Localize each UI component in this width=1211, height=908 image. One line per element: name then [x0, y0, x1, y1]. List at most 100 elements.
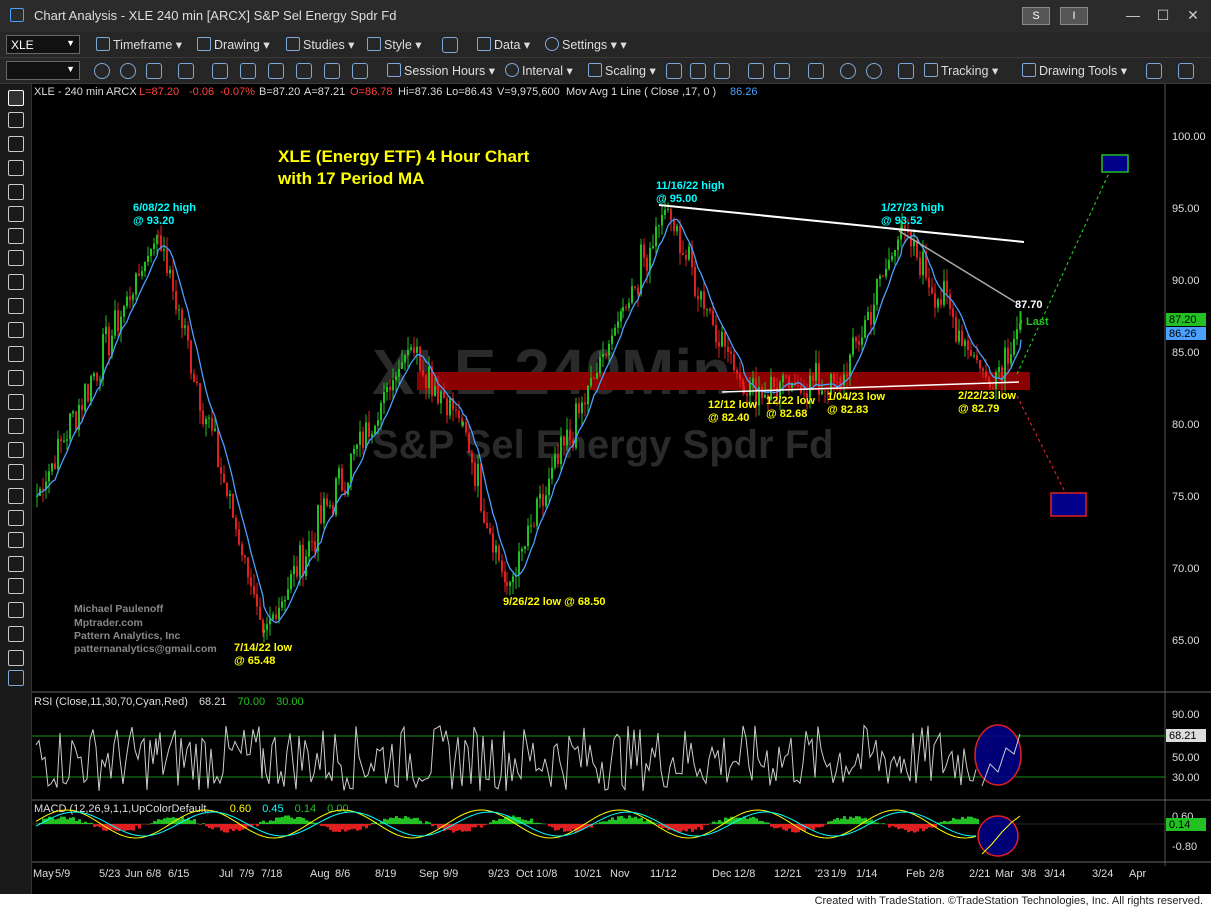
arrow-down-tool-icon[interactable]	[8, 488, 24, 504]
candle-body	[634, 286, 636, 288]
crosshair-icon[interactable]	[352, 63, 368, 79]
macd-bar	[836, 817, 839, 824]
crosshair-tool-icon[interactable]	[8, 112, 24, 128]
sync-icon[interactable]	[120, 63, 136, 79]
title-bar: Chart Analysis - XLE 240 min [ARCX] S&P …	[0, 0, 1211, 32]
image-icon[interactable]	[268, 63, 284, 79]
channel-tool-icon[interactable]	[8, 228, 24, 244]
maximize-icon[interactable]: ☐	[1150, 4, 1176, 26]
refresh-icon[interactable]	[94, 63, 110, 79]
text-tool-icon[interactable]	[8, 578, 24, 594]
vertical-line-tool-icon[interactable]	[8, 206, 24, 222]
zoom-window-icon[interactable]	[178, 63, 194, 79]
drawing-tools-button[interactable]: Drawing Tools ▾	[1022, 63, 1127, 78]
settings-button[interactable]: Settings ▾ ▾	[545, 37, 627, 52]
candle-body	[193, 373, 195, 382]
macd-bar	[776, 824, 779, 829]
erase-tool-icon[interactable]	[8, 650, 24, 666]
scaling-button[interactable]: Scaling ▾	[588, 63, 656, 78]
cursor-icon[interactable]	[324, 63, 340, 79]
candle-body	[440, 391, 442, 404]
horizontal-line-tool-icon[interactable]	[8, 184, 24, 200]
grid-icon[interactable]	[296, 63, 312, 79]
candle-body	[888, 259, 890, 269]
drawing-object-tool-icon[interactable]	[8, 670, 24, 686]
interval-icon	[505, 63, 519, 77]
candle-body	[569, 429, 571, 440]
timeframe-button[interactable]: Timeframe ▾	[96, 37, 182, 52]
tracking-grid-icon[interactable]	[898, 63, 914, 79]
grid-tool-icon[interactable]	[8, 346, 24, 362]
zoom-in-icon[interactable]	[840, 63, 856, 79]
export-icon[interactable]	[1146, 63, 1162, 79]
layout-icon[interactable]	[442, 37, 458, 53]
candle-body	[746, 393, 748, 396]
style-button[interactable]: Style ▾	[367, 37, 422, 52]
trendline-tool-icon[interactable]	[8, 160, 24, 176]
more-icon[interactable]	[1178, 63, 1194, 79]
symbol-input[interactable]: XLE ▼	[6, 35, 80, 54]
interval-button[interactable]: Interval ▾	[505, 63, 573, 78]
data-button[interactable]: Data ▾	[477, 37, 530, 52]
studies-button[interactable]: Studies ▾	[286, 37, 354, 52]
price-tick: 90.00	[1172, 275, 1200, 287]
ellipse-tool-icon[interactable]	[8, 532, 24, 548]
fib-tool-icon[interactable]	[8, 250, 24, 266]
i-link-button[interactable]: I	[1060, 7, 1088, 25]
chart-area[interactable]: XLE 240Min S&P Sel Energy Spdr Fd XLE - …	[32, 84, 1211, 894]
tracking-button[interactable]: Tracking ▾	[924, 63, 998, 78]
time-tick: 3/24	[1092, 868, 1113, 880]
secondary-dropdown[interactable]: ▼	[6, 61, 80, 80]
pointer-tool-icon[interactable]	[8, 90, 24, 106]
candle-body	[697, 295, 699, 300]
macd-bar	[833, 819, 836, 824]
candle-body	[329, 505, 331, 507]
scroll-icon[interactable]	[808, 63, 824, 79]
circle-tool-icon[interactable]	[8, 418, 24, 434]
expand-icon[interactable]	[774, 63, 790, 79]
measure-tool-icon[interactable]	[8, 626, 24, 642]
calendar-icon[interactable]	[146, 63, 162, 79]
hollow-candle-icon[interactable]	[714, 63, 730, 79]
style-icon	[367, 37, 381, 51]
candle-body	[138, 273, 140, 276]
levels-tool-icon[interactable]	[8, 370, 24, 386]
candle-body	[879, 275, 881, 280]
fib-ext-tool-icon[interactable]	[8, 394, 24, 410]
macd-bar	[416, 817, 419, 824]
rsi-highlight-ellipse[interactable]	[974, 724, 1022, 786]
minimize-icon[interactable]: —	[1120, 4, 1146, 26]
text-icon[interactable]	[240, 63, 256, 79]
support-zone[interactable]	[417, 372, 1030, 390]
rectangle-tool-icon[interactable]	[8, 556, 24, 572]
pen-tool-icon[interactable]	[8, 136, 24, 152]
gann-tool-icon[interactable]	[8, 274, 24, 290]
speed-lines-tool-icon[interactable]	[8, 322, 24, 338]
arrow-up-tool-icon[interactable]	[8, 464, 24, 480]
compress-icon[interactable]	[748, 63, 764, 79]
macd-bar	[362, 824, 365, 827]
close-icon[interactable]: ✕	[1180, 4, 1206, 26]
zoom-out-icon[interactable]	[866, 63, 882, 79]
macd-bar	[353, 824, 356, 829]
bar-style-icon[interactable]	[666, 63, 682, 79]
session-hours-button[interactable]: Session Hours ▾	[387, 63, 495, 78]
arrow-tool-icon[interactable]	[8, 510, 24, 526]
macd-bar	[371, 822, 374, 824]
bear-target-box[interactable]	[1050, 492, 1087, 517]
bull-target-box[interactable]	[1101, 154, 1129, 173]
candle-body	[75, 411, 77, 430]
s-link-button[interactable]: S	[1022, 7, 1050, 25]
macd-bar	[518, 816, 521, 824]
macd-bar	[599, 821, 602, 824]
regression-tool-icon[interactable]	[8, 298, 24, 314]
candle-body	[578, 403, 580, 414]
pitchfork-tool-icon[interactable]	[8, 442, 24, 458]
candle-body	[676, 226, 678, 232]
macd-bar	[153, 821, 156, 824]
candle-style-icon[interactable]	[690, 63, 706, 79]
bars-icon[interactable]	[212, 63, 228, 79]
pattern-tool-icon[interactable]	[8, 602, 24, 618]
candle-body	[404, 355, 406, 363]
drawing-button[interactable]: Drawing ▾	[197, 37, 270, 52]
